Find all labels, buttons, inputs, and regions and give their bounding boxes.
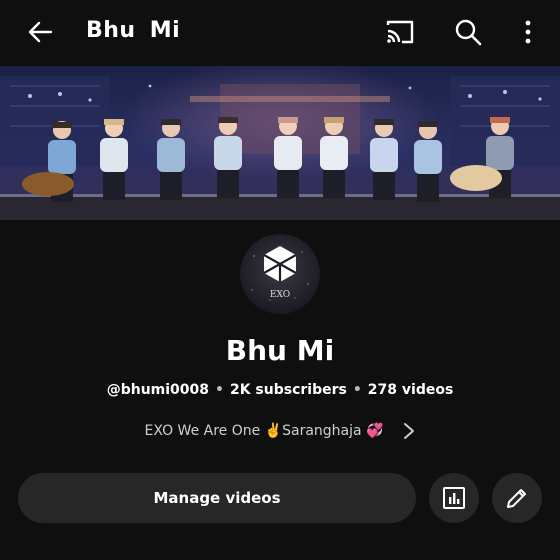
channel-banner: [0, 66, 560, 220]
channel-meta: @bhumi0008 • 2K subscribers • 278 videos: [0, 382, 560, 398]
edit-channel-button[interactable]: [492, 473, 542, 523]
channel-description-row[interactable]: EXO We Are One ✌️Saranghaja 💞: [0, 418, 560, 444]
back-arrow-icon: [28, 21, 53, 43]
channel-description: EXO We Are One ✌️Saranghaja 💞: [144, 423, 384, 439]
meta-separator: •: [215, 382, 224, 398]
avatar-text: EXO: [270, 290, 290, 300]
channel-handle: @bhumi0008: [106, 382, 210, 398]
search-icon: [455, 19, 482, 46]
banner-image: [0, 66, 560, 220]
manage-videos-button[interactable]: Manage videos: [18, 473, 416, 523]
back-button[interactable]: [18, 12, 62, 52]
cast-button[interactable]: [380, 12, 420, 52]
more-options-button[interactable]: [508, 12, 548, 52]
exo-logo-icon: EXO: [240, 234, 320, 314]
search-button[interactable]: [448, 12, 488, 52]
chevron-right-icon: [404, 423, 415, 439]
pencil-icon: [507, 489, 526, 508]
analytics-button[interactable]: [429, 473, 479, 523]
top-app-bar: Bhu Mi: [0, 0, 560, 66]
analytics-icon: [443, 487, 465, 509]
meta-separator: •: [352, 382, 362, 398]
more-vert-icon: [525, 20, 531, 44]
channel-name: Bhu Mi: [225, 334, 335, 367]
video-count: 278 videos: [367, 382, 454, 398]
channel-avatar[interactable]: EXO: [240, 234, 320, 314]
subscriber-count: 2K subscribers: [229, 382, 347, 398]
cast-icon: [386, 20, 414, 44]
page-title: Bhu Mi: [86, 18, 181, 43]
